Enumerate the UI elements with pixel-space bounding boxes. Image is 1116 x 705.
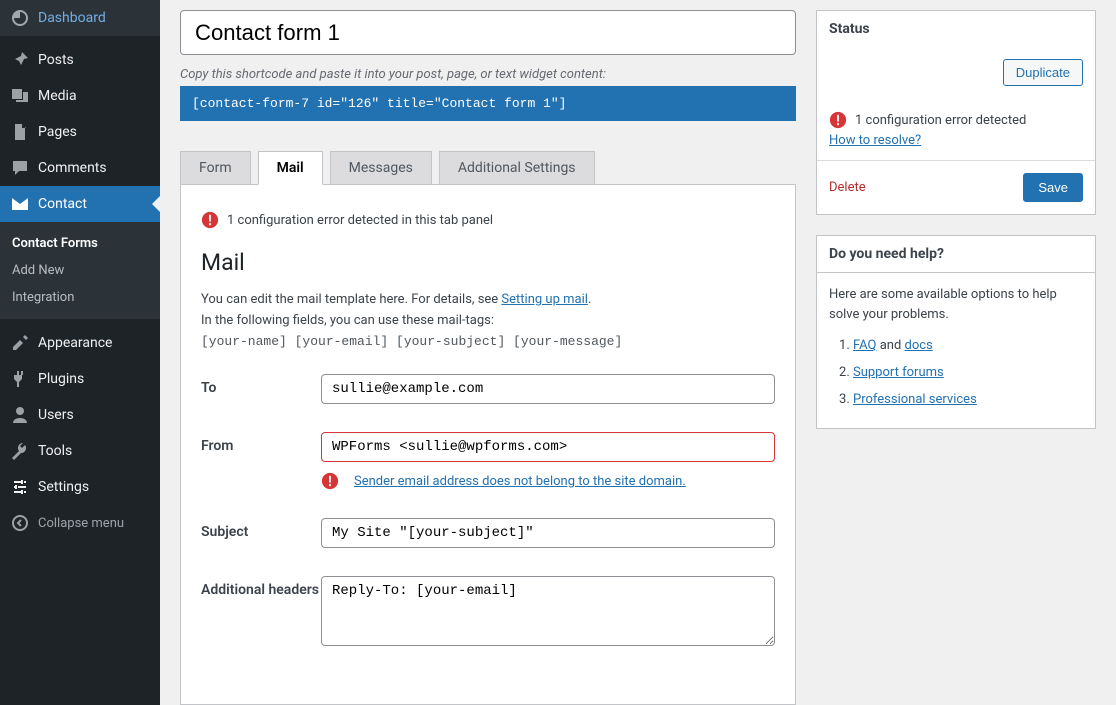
to-label: To [201, 374, 321, 396]
media-icon [10, 86, 30, 106]
sidebar-label: Appearance [38, 335, 112, 351]
sidebar-item-posts[interactable]: Posts [0, 42, 160, 78]
shortcode-instruction: Copy this shortcode and paste it into yo… [180, 67, 796, 82]
plugins-icon [10, 369, 30, 389]
delete-link[interactable]: Delete [829, 180, 866, 195]
error-icon [829, 111, 847, 129]
from-label: From [201, 432, 321, 454]
duplicate-button[interactable]: Duplicate [1003, 59, 1083, 86]
mail-icon [10, 194, 30, 214]
from-error-link[interactable]: Sender email address does not belong to … [354, 474, 686, 489]
sidebar-sub-add-new[interactable]: Add New [0, 257, 160, 284]
professional-services-link[interactable]: Professional services [853, 392, 977, 407]
collapse-label: Collapse menu [38, 516, 124, 531]
admin-sidebar: Dashboard Posts Media Pages Comments Con… [0, 0, 160, 705]
sidebar-item-pages[interactable]: Pages [0, 114, 160, 150]
sidebar-item-contact[interactable]: Contact [0, 186, 160, 222]
panel-heading: Mail [201, 249, 775, 276]
help-heading: Do you need help? [817, 236, 1095, 273]
faq-link[interactable]: FAQ [853, 338, 876, 353]
tab-mail[interactable]: Mail [258, 151, 323, 185]
form-title-input[interactable] [180, 10, 796, 55]
sidebar-item-tools[interactable]: Tools [0, 433, 160, 469]
help-intro: Here are some available options to help … [829, 285, 1083, 324]
panel-description: You can edit the mail template here. For… [201, 290, 775, 352]
sidebar-submenu: Contact Forms Add New Integration [0, 222, 160, 319]
from-input[interactable] [321, 432, 775, 462]
comments-icon [10, 158, 30, 178]
tab-form[interactable]: Form [180, 151, 251, 185]
tab-messages[interactable]: Messages [330, 151, 432, 185]
tab-additional-settings[interactable]: Additional Settings [439, 151, 595, 185]
save-button[interactable]: Save [1023, 173, 1083, 202]
sidebar-item-users[interactable]: Users [0, 397, 160, 433]
appearance-icon [10, 333, 30, 353]
status-error-text: 1 configuration error detected [855, 113, 1026, 128]
sidebar-label: Dashboard [38, 10, 106, 26]
sidebar-item-dashboard[interactable]: Dashboard [0, 0, 160, 36]
mail-tags: [your-name] [your-email] [your-subject] … [201, 334, 622, 349]
sidebar-item-settings[interactable]: Settings [0, 469, 160, 505]
help-box: Do you need help? Here are some availabl… [816, 235, 1096, 429]
sidebar-label: Tools [38, 443, 72, 459]
panel-error-notice: 1 configuration error detected in this t… [201, 211, 775, 229]
sidebar-label: Posts [38, 52, 74, 68]
docs-link[interactable]: docs [905, 338, 933, 353]
help-item: FAQ and docs [853, 336, 1083, 357]
sidebar-label: Contact [38, 196, 87, 212]
tabs: Form Mail Messages Additional Settings [180, 151, 796, 185]
how-to-resolve-link[interactable]: How to resolve? [829, 133, 921, 148]
sidebar-sub-integration[interactable]: Integration [0, 284, 160, 311]
sidebar-item-appearance[interactable]: Appearance [0, 325, 160, 361]
error-icon [201, 211, 219, 229]
sidebar-label: Settings [38, 479, 89, 495]
pin-icon [10, 50, 30, 70]
status-box: Status Duplicate 1 configuration error d… [816, 10, 1096, 215]
sidebar-item-comments[interactable]: Comments [0, 150, 160, 186]
settings-icon [10, 477, 30, 497]
help-list: FAQ and docs Support forums Professional… [829, 336, 1083, 410]
status-heading: Status [817, 11, 1095, 47]
to-input[interactable] [321, 374, 775, 404]
sidebar-label: Comments [38, 160, 107, 176]
sidebar-sub-contact-forms[interactable]: Contact Forms [0, 230, 160, 257]
sidebar-label: Media [38, 88, 77, 104]
pages-icon [10, 122, 30, 142]
subject-label: Subject [201, 518, 321, 540]
help-item: Support forums [853, 363, 1083, 384]
sidebar-label: Users [38, 407, 74, 423]
panel-error-text: 1 configuration error detected in this t… [227, 213, 493, 228]
sidebar-label: Plugins [38, 371, 84, 387]
users-icon [10, 405, 30, 425]
headers-label: Additional headers [201, 576, 321, 598]
error-icon [321, 472, 339, 490]
help-item: Professional services [853, 390, 1083, 411]
setting-up-mail-link[interactable]: Setting up mail [501, 292, 587, 307]
mail-panel: 1 configuration error detected in this t… [180, 184, 796, 705]
sidebar-item-plugins[interactable]: Plugins [0, 361, 160, 397]
sidebar-item-media[interactable]: Media [0, 78, 160, 114]
shortcode-display[interactable]: [contact-form-7 id="126" title="Contact … [180, 86, 796, 121]
subject-input[interactable] [321, 518, 775, 548]
collapse-menu[interactable]: Collapse menu [0, 505, 160, 541]
headers-input[interactable]: Reply-To: [your-email] [321, 576, 775, 646]
tools-icon [10, 441, 30, 461]
sidebar-label: Pages [38, 124, 77, 140]
support-forums-link[interactable]: Support forums [853, 365, 944, 380]
dashboard-icon [10, 8, 30, 28]
